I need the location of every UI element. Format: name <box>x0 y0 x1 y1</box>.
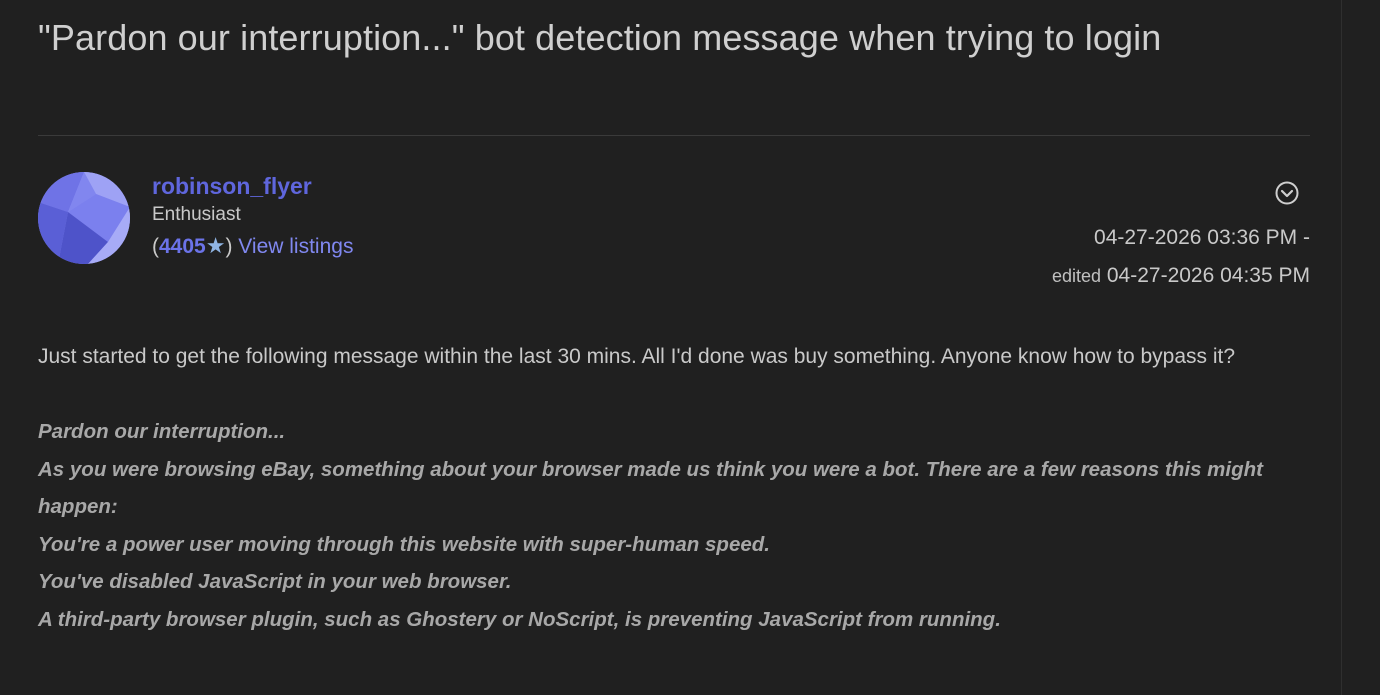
post-dates: 04-27-2026 03:36 PM - edited 04-27-2026 … <box>1052 219 1310 295</box>
quote-line: You've disabled JavaScript in your web b… <box>38 570 512 593</box>
post: "Pardon our interruption..." bot detecti… <box>38 0 1310 631</box>
title-divider <box>38 135 1310 136</box>
avatar-image <box>38 172 130 264</box>
quote-line: As you were browsing eBay, something abo… <box>38 457 1263 519</box>
scrollbar-track[interactable] <box>1341 0 1342 695</box>
feedback-open-paren: ( <box>152 235 159 258</box>
forum-post-page: "Pardon our interruption..." bot detecti… <box>0 0 1380 695</box>
author-info: robinson_flyer Enthusiast (4405★) View l… <box>152 172 353 261</box>
feedback-score-link[interactable]: 4405 <box>159 235 206 258</box>
feedback-close-paren: ) <box>225 235 233 258</box>
options-menu-icon <box>1275 181 1299 205</box>
author-block: robinson_flyer Enthusiast (4405★) View l… <box>38 172 1310 292</box>
posted-date: 04-27-2026 03:36 PM - <box>1094 226 1310 249</box>
quote-line: A third-party browser plugin, such as Gh… <box>38 607 1001 631</box>
edited-line: edited 04-27-2026 04:35 PM <box>1052 257 1310 295</box>
view-listings-link[interactable]: View listings <box>238 235 353 258</box>
feedback-line: (4405★) View listings <box>152 232 353 261</box>
post-body-intro: Just started to get the following messag… <box>38 345 1236 368</box>
quote-line: Pardon our interruption... <box>38 420 286 443</box>
avatar[interactable] <box>38 172 130 264</box>
author-rank: Enthusiast <box>152 204 241 225</box>
chevron-down-circle-icon[interactable] <box>1274 180 1300 206</box>
quoted-message: Pardon our interruption... As you were b… <box>38 413 1278 638</box>
post-body: Just started to get the following messag… <box>38 338 1278 638</box>
edited-date: 04-27-2026 04:35 PM <box>1106 264 1310 287</box>
quote-line: You're a power user moving through this … <box>38 532 770 556</box>
post-title: "Pardon our interruption..." bot detecti… <box>38 17 1162 58</box>
author-username-link[interactable]: robinson_flyer <box>152 172 353 200</box>
edited-label: edited <box>1051 266 1102 286</box>
feedback-star-icon: ★ <box>205 233 226 258</box>
